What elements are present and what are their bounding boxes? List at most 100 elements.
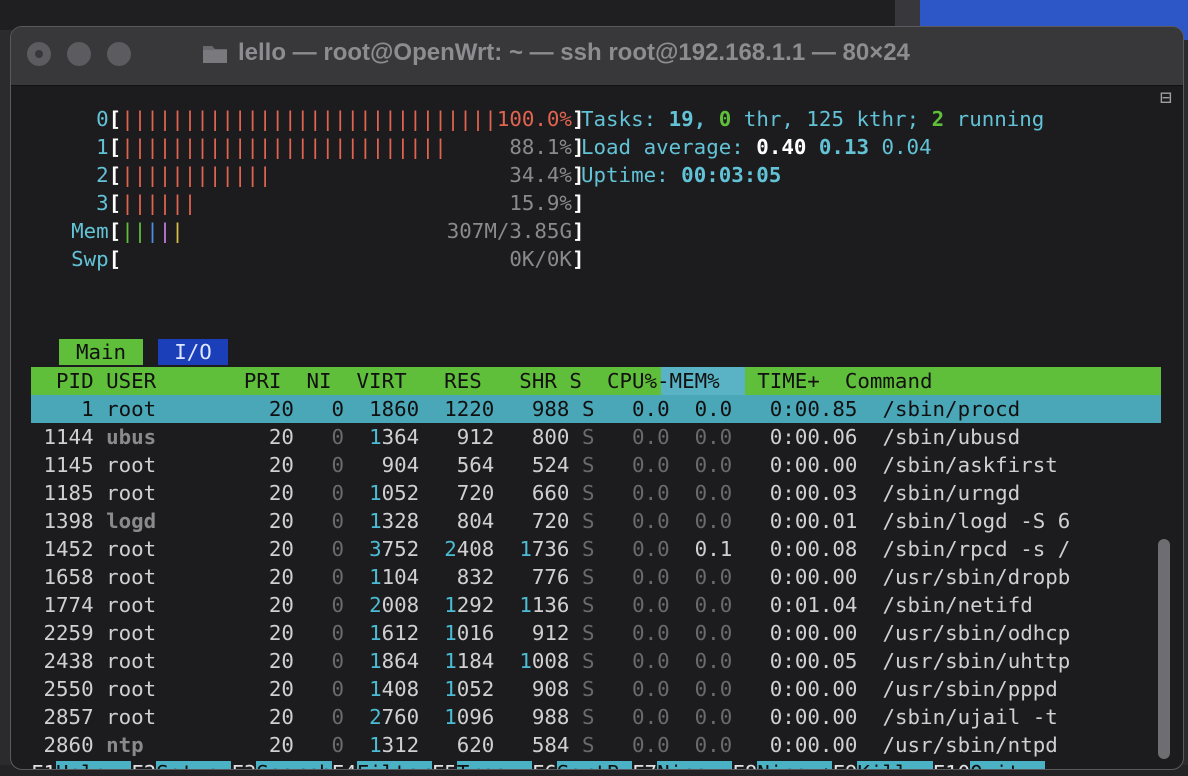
function-key-label[interactable]: SortBy	[556, 761, 633, 769]
function-key-f6[interactable]: F6	[532, 761, 557, 769]
tab-main[interactable]: Main	[59, 339, 143, 365]
minimize-button[interactable]	[67, 42, 91, 66]
process-cell: 0	[306, 705, 357, 729]
close-button[interactable]	[27, 42, 51, 66]
column-header-text: PID USER PRI NI VIRT RES SHR S CPU%-MEM%…	[31, 369, 933, 393]
process-cell: 2857	[31, 705, 107, 729]
process-row[interactable]: 2259 root 20 0 1612 1016 912 S 0.0 0.0 0…	[31, 619, 1071, 647]
meter-bracket: [	[108, 107, 122, 131]
process-row[interactable]: 1144 ubus 20 0 1364 912 800 S 0.0 0.0 0:…	[31, 423, 1021, 451]
title-bar[interactable]: lello — root@OpenWrt: ~ — ssh root@192.1…	[11, 27, 1183, 86]
process-cell: 20	[231, 733, 307, 757]
process-row[interactable]: 1452 root 20 0 3752 2408 1736 S 0.0 0.1 …	[31, 535, 1071, 563]
process-cell: 0:00.03	[744, 481, 883, 505]
process-cell: 0	[306, 509, 357, 533]
process-cell: 752	[381, 537, 432, 561]
process-cell: 2550	[31, 677, 107, 701]
zoom-button[interactable]	[107, 42, 131, 66]
process-cell: 008	[381, 593, 432, 617]
mem-bar: |	[146, 219, 159, 243]
process-cell: 2438	[31, 649, 107, 673]
function-key-label[interactable]: Quit	[970, 761, 1046, 769]
process-row[interactable]: 1658 root 20 0 1104 832 776 S 0.0 0.0 0:…	[31, 563, 1071, 591]
cpu-meter-2: 2[|||||||||||| 34.4%]	[21, 161, 584, 189]
process-cell: S	[581, 509, 607, 533]
process-row[interactable]: 1 root 20 0 1860 1220 988 S 0.0 0.0 0:00…	[31, 395, 1020, 423]
process-cell: 0:00.00	[744, 705, 883, 729]
process-cell: 052	[456, 677, 507, 701]
process-cell: 2	[356, 705, 382, 729]
process-row[interactable]: 1185 root 20 0 1052 720 660 S 0.0 0.0 0:…	[31, 479, 1021, 507]
process-cell: 328	[381, 509, 432, 533]
process-cell: 1145	[31, 453, 107, 477]
process-cell: 904	[356, 453, 432, 477]
function-key-label[interactable]: Search	[256, 761, 332, 769]
process-cell: 20	[231, 649, 307, 673]
process-cell: 0:01.04	[744, 593, 883, 617]
process-cell: 1	[356, 733, 382, 757]
function-key-label[interactable]: Help	[56, 761, 132, 769]
process-row[interactable]: 2438 root 20 0 1864 1184 1008 S 0.0 0.0 …	[31, 647, 1071, 675]
function-key-f1[interactable]: F1	[31, 761, 56, 769]
function-key-label[interactable]: Nice +	[757, 761, 833, 769]
process-cell: 1	[356, 481, 382, 505]
process-cell: 20	[231, 509, 307, 533]
meter-bracket: ]	[571, 247, 585, 271]
process-cell: logd	[106, 509, 232, 533]
meter-bracket: [	[108, 135, 122, 159]
tab-io[interactable]: I/O	[158, 339, 228, 365]
process-cell: 0.0	[682, 509, 745, 533]
process-cell: 0:00.05	[744, 649, 883, 673]
process-cell: 1	[431, 677, 457, 701]
process-cell: 0	[306, 565, 357, 589]
process-cell: 1774	[31, 593, 107, 617]
process-row[interactable]: 1774 root 20 0 2008 1292 1136 S 0.0 0.0 …	[31, 591, 1033, 619]
function-key-label[interactable]: Nice -	[657, 761, 733, 769]
meter-bracket: [	[108, 219, 122, 243]
process-row[interactable]: 2550 root 20 0 1408 1052 908 S 0.0 0.0 0…	[31, 675, 1058, 703]
function-key-label[interactable]: Filter	[356, 761, 432, 769]
process-row[interactable]: 2857 root 20 0 2760 1096 988 S 0.0 0.0 0…	[31, 703, 1058, 731]
process-cell: 0.0	[607, 425, 683, 449]
process-row[interactable]: 1398 logd 20 0 1328 804 720 S 0.0 0.0 0:…	[31, 507, 1071, 535]
process-cell: 104	[381, 565, 432, 589]
process-cell: S	[581, 705, 608, 729]
process-cell: 052	[381, 481, 432, 505]
process-cell: 408	[381, 677, 432, 701]
process-cell: 584	[506, 733, 582, 757]
process-cell: 312	[381, 733, 432, 757]
process-cell: 0	[306, 453, 357, 477]
column-header[interactable]: PID USER PRI NI VIRT RES SHR S CPU%-MEM%…	[31, 367, 1161, 395]
process-row[interactable]: 1145 root 20 0 904 564 524 S 0.0 0.0 0:0…	[31, 451, 1058, 479]
tasks-text: 0	[718, 107, 744, 131]
function-key-label[interactable]: Kill	[857, 761, 933, 769]
uptime-text: 00:03:05	[681, 163, 782, 187]
cpu-meter-label: 1	[21, 135, 109, 159]
function-key-f9[interactable]: F9	[832, 761, 857, 769]
process-cell: root	[106, 649, 232, 673]
function-key-label[interactable]: Tree	[456, 761, 532, 769]
process-cell: 096	[456, 705, 507, 729]
folder-icon	[203, 46, 227, 63]
function-key-label[interactable]: Setup	[156, 761, 232, 769]
process-cell: 0	[306, 733, 357, 757]
function-key-f2[interactable]: F2	[131, 761, 156, 769]
process-cell: S	[581, 425, 607, 449]
terminal-window: lello — root@OpenWrt: ~ — ssh root@192.1…	[10, 26, 1184, 770]
process-cell: 912	[506, 621, 582, 645]
function-key-f5[interactable]: F5	[432, 761, 457, 769]
process-cell: 364	[381, 425, 432, 449]
function-key-f8[interactable]: F8	[732, 761, 757, 769]
process-cell: 0	[306, 621, 357, 645]
load-text: Load average:	[581, 135, 757, 159]
function-key-f3[interactable]: F3	[231, 761, 256, 769]
swp-value: 0K/0K	[121, 247, 572, 271]
process-cell: ubus	[106, 425, 232, 449]
function-key-f4[interactable]: F4	[332, 761, 357, 769]
mem-meter: Mem[||||| 307M/3.85G]	[21, 217, 584, 245]
function-key-f10[interactable]: F10	[933, 761, 971, 769]
process-cell: 2860	[31, 733, 107, 757]
process-row[interactable]: 2860 ntp 20 0 1312 620 584 S 0.0 0.0 0:0…	[31, 731, 1058, 759]
function-key-f7[interactable]: F7	[632, 761, 657, 769]
process-cell: S	[581, 677, 608, 701]
